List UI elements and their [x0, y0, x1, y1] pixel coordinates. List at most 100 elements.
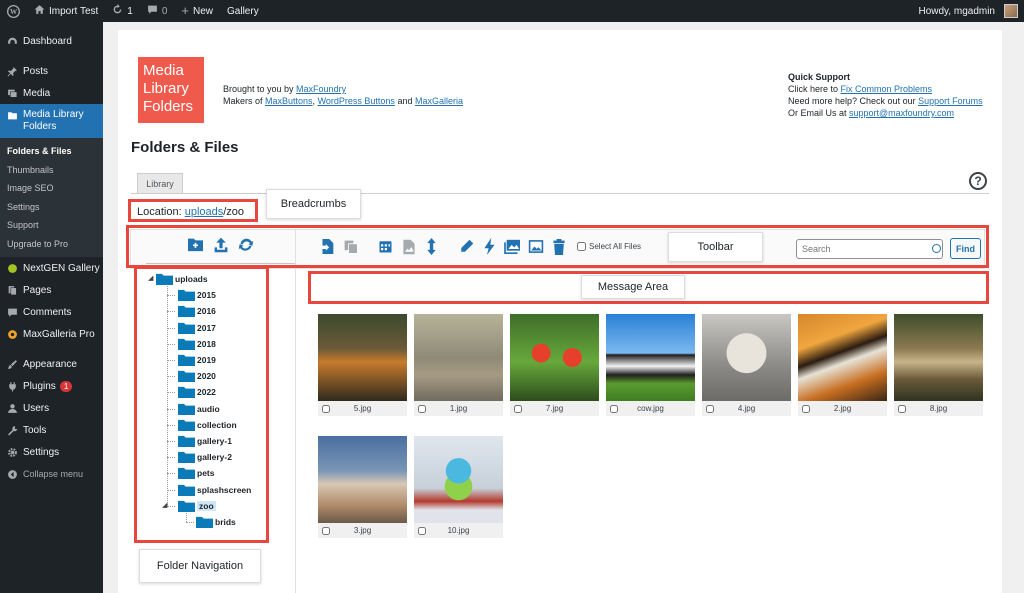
- file-tile[interactable]: 2.jpg: [798, 314, 887, 421]
- comments-link[interactable]: 0: [140, 0, 175, 22]
- sidebar-item-nextgen-gallery[interactable]: NextGEN Gallery: [0, 257, 103, 279]
- user-icon: [6, 402, 18, 414]
- howdy-label: Howdy, mgadmin: [918, 5, 995, 17]
- file-thumbnail[interactable]: [702, 314, 791, 401]
- sidebar-item-pages[interactable]: Pages: [0, 279, 103, 301]
- file-tile[interactable]: 4.jpg: [702, 314, 791, 421]
- sidebar-item-maxgalleria-pro[interactable]: MaxGalleria Pro: [0, 323, 103, 345]
- file-tile[interactable]: 7.jpg: [510, 314, 599, 421]
- sidebar-item-appearance[interactable]: Appearance: [0, 353, 103, 375]
- sidebar-item-media[interactable]: Media: [0, 82, 103, 104]
- file-thumbnail[interactable]: [318, 436, 407, 523]
- media-icon: [6, 87, 18, 99]
- gallery-label: Gallery: [227, 5, 259, 17]
- sidebar-item-settings[interactable]: Settings: [0, 441, 103, 463]
- sidebar-item-dashboard[interactable]: Dashboard: [0, 30, 103, 52]
- plus-icon: +: [181, 3, 189, 18]
- logo-line: Library: [143, 80, 189, 97]
- file-tile[interactable]: cow.jpg: [606, 314, 695, 421]
- sidebar-item-tools[interactable]: Tools: [0, 419, 103, 441]
- site-name-label: Import Test: [49, 5, 99, 17]
- submenu-thumbnails[interactable]: Thumbnails: [0, 161, 103, 180]
- sidebar-item-label: MaxGalleria Pro: [23, 328, 95, 340]
- file-tile[interactable]: 10.jpg: [414, 436, 503, 543]
- sidebar-item-label: Dashboard: [23, 35, 72, 47]
- sidebar-item-label: Appearance: [23, 358, 77, 370]
- submenu-folders-files[interactable]: Folders & Files: [0, 142, 103, 161]
- svg-text:W: W: [10, 8, 18, 16]
- toolbar-callout: [126, 225, 989, 268]
- updates-count: 1: [127, 5, 133, 17]
- sidebar-item-label: Comments: [23, 306, 72, 318]
- file-thumbnail[interactable]: [798, 314, 887, 401]
- main-panel: Media Library Folders Brought to you by …: [118, 30, 1002, 593]
- sidebar-item-label: Users: [23, 402, 50, 414]
- sidebar-item-label: Media: [23, 87, 51, 99]
- updates-link[interactable]: 1: [105, 0, 140, 22]
- submenu-settings[interactable]: Settings: [0, 198, 103, 217]
- account-menu[interactable]: Howdy, mgadmin: [911, 0, 1024, 22]
- folder-navigation-callout: [134, 266, 269, 543]
- site-name-link[interactable]: Import Test: [27, 0, 105, 22]
- file-thumbnail[interactable]: [318, 314, 407, 401]
- support-text: Or Email Us at: [788, 108, 850, 118]
- file-thumbnail[interactable]: [894, 314, 983, 401]
- file-thumbnail[interactable]: [414, 436, 503, 523]
- sidebar-item-label: Settings: [23, 446, 60, 458]
- file-thumbnail[interactable]: [414, 314, 503, 401]
- file-name: 1.jpg: [449, 404, 468, 413]
- sidebar-item-label: Collapse menu: [23, 469, 84, 479]
- maxgalleria-link[interactable]: MaxGalleria: [415, 96, 463, 106]
- support-email-link[interactable]: support@maxfoundry.com: [849, 108, 954, 118]
- pin-icon: [6, 65, 18, 77]
- wordpress-buttons-link[interactable]: WordPress Buttons: [318, 96, 395, 106]
- file-tile[interactable]: 1.jpg: [414, 314, 503, 421]
- file-tile[interactable]: 3.jpg: [318, 436, 407, 543]
- maxfoundry-link[interactable]: MaxFoundry: [296, 84, 346, 94]
- tab-library[interactable]: Library: [137, 173, 183, 193]
- sidebar-item-posts[interactable]: Posts: [0, 60, 103, 82]
- file-thumbnail[interactable]: [606, 314, 695, 401]
- sidebar-item-comments[interactable]: Comments: [0, 301, 103, 323]
- sidebar-item-media-library-folders[interactable]: Media Library Folders: [0, 104, 103, 138]
- fix-common-problems-link[interactable]: Fix Common Problems: [841, 84, 933, 94]
- page-icon: [6, 284, 18, 296]
- credits-text: Brought to you by: [223, 84, 297, 94]
- toolbar-note: Toolbar: [668, 232, 763, 262]
- nextgen-icon: [6, 262, 18, 274]
- maxbuttons-link[interactable]: MaxButtons: [265, 96, 313, 106]
- quick-support-title: Quick Support: [788, 72, 851, 82]
- gallery-link[interactable]: Gallery: [220, 0, 266, 22]
- new-content-link[interactable]: + New: [174, 0, 220, 22]
- media-library-folders-submenu: Folders & Files Thumbnails Image SEO Set…: [0, 138, 103, 257]
- page-title: Folders & Files: [131, 139, 239, 156]
- support-forums-link[interactable]: Support Forums: [918, 96, 983, 106]
- wordpress-logo-icon[interactable]: W: [0, 0, 27, 22]
- admin-sidebar: Dashboard Posts Media Media Library Fold…: [0, 22, 103, 593]
- sidebar-collapse-menu[interactable]: Collapse menu: [0, 463, 103, 485]
- maxgalleria-icon: [6, 328, 18, 340]
- sidebar-item-label: NextGEN Gallery: [23, 262, 100, 274]
- file-thumbnail[interactable]: [510, 314, 599, 401]
- sidebar-item-plugins[interactable]: Plugins 1: [0, 375, 103, 397]
- credits-text: Makers of: [223, 96, 266, 106]
- sidebar-item-users[interactable]: Users: [0, 397, 103, 419]
- credits: Brought to you by MaxFoundry Makers of M…: [223, 83, 463, 107]
- submenu-image-seo[interactable]: Image SEO: [0, 179, 103, 198]
- sidebar-item-label: Pages: [23, 284, 52, 296]
- settings-icon: [6, 446, 18, 458]
- file-caption: 7.jpg: [510, 401, 599, 416]
- message-area-note: Message Area: [581, 275, 685, 299]
- file-tile[interactable]: 5.jpg: [318, 314, 407, 421]
- submenu-upgrade-to-pro[interactable]: Upgrade to Pro: [0, 235, 103, 254]
- sidebar-item-label: Plugins: [23, 380, 56, 392]
- file-name: cow.jpg: [637, 404, 664, 413]
- file-tile[interactable]: 8.jpg: [894, 314, 983, 421]
- file-name: 4.jpg: [737, 404, 756, 413]
- comments-count: 0: [161, 5, 168, 17]
- help-icon[interactable]: ?: [969, 172, 987, 190]
- file-caption: 10.jpg: [414, 523, 503, 538]
- folders-icon: [6, 109, 18, 121]
- submenu-support[interactable]: Support: [0, 216, 103, 235]
- media-library-folders-logo: Media Library Folders: [138, 57, 204, 123]
